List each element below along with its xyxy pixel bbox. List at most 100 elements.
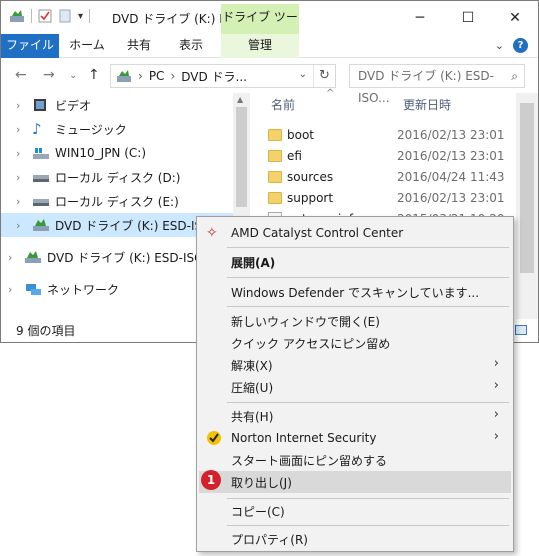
dvd-drive-icon [117, 70, 131, 82]
tab-share[interactable]: 共有 [119, 34, 159, 58]
scroll-up-icon[interactable]: ▲ [237, 95, 243, 104]
recent-dropdown-icon[interactable]: ⌄ [69, 70, 77, 81]
file-name: boot [287, 127, 315, 142]
expand-arrow-icon[interactable]: › [16, 99, 30, 112]
back-icon[interactable]: ← [15, 67, 27, 83]
expand-arrow-icon[interactable]: › [8, 283, 22, 296]
expand-arrow-icon[interactable]: › [16, 147, 30, 160]
file-row[interactable]: boot 2016/02/13 23:01 [268, 124, 513, 145]
menu-item-expand[interactable]: 展開(A) [199, 251, 511, 273]
windows-drive-icon [32, 145, 50, 161]
up-icon[interactable]: ↑ [88, 67, 100, 83]
menu-item-norton[interactable]: Norton Internet Security › [199, 427, 511, 449]
forward-icon[interactable]: → [43, 67, 55, 83]
expand-arrow-icon[interactable]: › [16, 123, 30, 136]
address-bar[interactable]: › PC › DVD ドラ... ⌄ ↻ [110, 64, 336, 88]
file-date: 2016/02/13 23:01 [397, 127, 505, 142]
file-list-scrollbar[interactable] [516, 93, 538, 319]
tab-manage[interactable]: 管理 [221, 34, 299, 58]
drive-icon [10, 10, 24, 22]
dvd-icon [32, 217, 50, 233]
close-button[interactable]: ✕ [492, 5, 538, 31]
file-name: efi [287, 148, 302, 163]
tab-file[interactable]: ファイル [1, 34, 59, 58]
expand-arrow-icon[interactable]: › [16, 195, 30, 208]
nav-item-dvd-k[interactable]: › DVD ドライブ (K:) ESD-ISO [0, 245, 225, 269]
nav-item-music[interactable]: › ♪ ミュージック [1, 117, 233, 141]
quick-access-toolbar: ▾ [9, 9, 91, 23]
disk-icon [32, 193, 50, 209]
file-date: 2016/02/13 23:01 [397, 190, 505, 205]
nav-item-label: ローカル ディスク (E:) [55, 194, 179, 209]
callout-badge: 1 [201, 470, 221, 490]
refresh-icon[interactable]: ↻ [313, 65, 335, 87]
menu-item-properties[interactable]: プロパティ(R) [199, 528, 511, 550]
file-name: sources [287, 169, 334, 184]
menu-item-share[interactable]: 共有(H) › [199, 405, 511, 427]
breadcrumb-pc[interactable]: PC [149, 69, 165, 83]
ribbon-expand-icon[interactable]: ⌄ [495, 39, 504, 52]
ribbon-tabs: ファイル ホーム 共有 表示 管理 ⌄ ? [1, 34, 538, 58]
folder-icon [268, 149, 282, 162]
folder-icon [268, 191, 282, 204]
menu-item-pin-quick-access[interactable]: クイック アクセスにピン留め [199, 332, 511, 354]
expand-arrow-icon[interactable]: › [16, 171, 30, 184]
menu-separator [227, 247, 509, 248]
nav-item-drive-d[interactable]: › ローカル ディスク (D:) [1, 165, 233, 189]
qat-separator [31, 9, 32, 23]
new-folder-icon[interactable] [58, 9, 72, 23]
submenu-arrow-icon: › [493, 356, 499, 371]
menu-item-copy[interactable]: コピー(C) [199, 500, 511, 522]
nav-item-label: ネットワーク [47, 282, 120, 297]
menu-separator [227, 525, 509, 526]
qat-dropdown-icon[interactable]: ▾ [78, 11, 83, 22]
properties-icon[interactable] [38, 9, 52, 23]
video-icon [32, 97, 50, 113]
nav-item-label: WIN10_JPN (C:) [55, 146, 147, 160]
nav-pane-scroll-thumb[interactable] [236, 107, 247, 207]
nav-item-network[interactable]: › ネットワーク [0, 277, 225, 301]
details-view-icon[interactable] [515, 325, 527, 335]
menu-item-pin-start[interactable]: スタート画面にピン留めする [199, 449, 511, 471]
menu-item-eject[interactable]: 取り出し(J) [199, 471, 511, 493]
drive-tools-tab-header: ドライブ ツール [221, 4, 299, 50]
nav-item-videos[interactable]: › ビデオ [1, 93, 233, 117]
folder-icon [268, 170, 282, 183]
context-menu: ✧ AMD Catalyst Control Center 展開(A) Wind… [196, 216, 514, 552]
file-row[interactable]: efi 2016/02/13 23:01 [268, 145, 513, 166]
address-dropdown-icon[interactable]: ⌄ [299, 69, 307, 80]
expand-arrow-icon[interactable]: › [16, 219, 30, 232]
menu-item-defender-scan[interactable]: Windows Defender でスキャンしています... [199, 281, 511, 303]
help-icon[interactable]: ? [513, 38, 528, 53]
column-header-name[interactable]: 名前 [271, 93, 295, 117]
file-row[interactable]: support 2016/02/13 23:01 [268, 187, 513, 208]
nav-item-label: ローカル ディスク (D:) [55, 170, 181, 185]
expand-arrow-icon[interactable]: › [8, 251, 22, 264]
nav-item-drive-c[interactable]: › WIN10_JPN (C:) [1, 141, 233, 165]
search-input[interactable]: DVD ドライブ (K:) ESD-ISO... ⌕ [349, 64, 525, 105]
tab-view[interactable]: 表示 [171, 34, 211, 58]
sort-arrow-icon: ^ [326, 88, 335, 99]
menu-separator [227, 306, 509, 307]
file-date: 2016/02/13 23:01 [397, 148, 505, 163]
search-icon: ⌕ [511, 69, 518, 83]
breadcrumb-dvd[interactable]: DVD ドラ... [181, 68, 247, 85]
dvd-icon [24, 249, 42, 265]
submenu-arrow-icon: › [493, 378, 499, 393]
menu-separator [227, 498, 509, 499]
tab-home[interactable]: ホーム [64, 34, 110, 58]
menu-item-compress[interactable]: 圧縮(U) › [199, 376, 511, 398]
menu-item-extract[interactable]: 解凍(X) › [199, 354, 511, 376]
nav-item-drive-e[interactable]: › ローカル ディスク (E:) [1, 189, 233, 213]
column-header-date[interactable]: 更新日時 [403, 93, 451, 117]
file-row[interactable]: sources 2016/04/24 11:43 [268, 166, 513, 187]
amd-icon: ✧ [206, 225, 218, 241]
breadcrumb-separator: › [138, 69, 143, 83]
breadcrumb-separator: › [170, 69, 176, 83]
maximize-button[interactable]: ☐ [445, 5, 491, 31]
minimize-button[interactable]: ─ [397, 5, 443, 31]
menu-item-open-new-window[interactable]: 新しいウィンドウで開く(E) [199, 310, 511, 332]
file-list-scroll-thumb[interactable] [520, 103, 534, 273]
submenu-arrow-icon: › [493, 429, 499, 444]
menu-item-amd-catalyst[interactable]: ✧ AMD Catalyst Control Center [199, 222, 511, 244]
